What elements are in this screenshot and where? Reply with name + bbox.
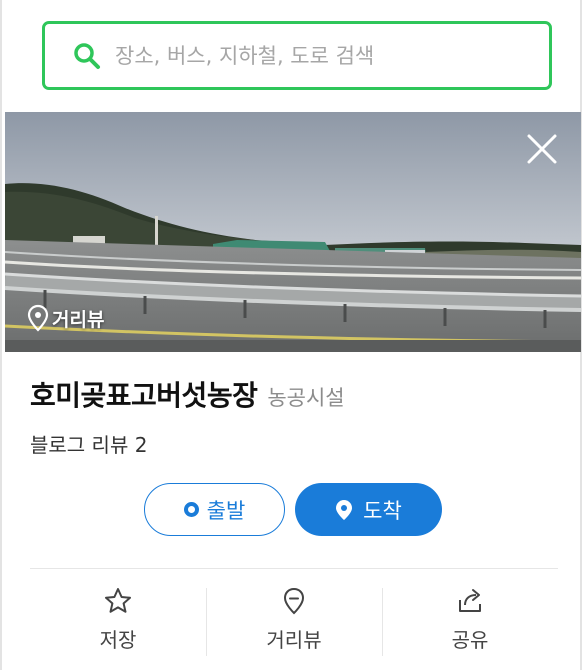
star-icon — [105, 588, 131, 613]
roadview-button[interactable]: 거리뷰 — [206, 586, 382, 656]
share-button[interactable]: 공유 — [382, 586, 558, 656]
depart-label: 출발 — [206, 498, 246, 523]
close-icon[interactable] — [525, 132, 559, 166]
place-title-row: 호미곶표고버섯농장 농공시설 — [30, 374, 345, 414]
depart-button[interactable]: 출발 — [144, 483, 285, 536]
search-input[interactable] — [115, 43, 495, 68]
roadview-badge-label: 거리뷰 — [52, 308, 105, 331]
action-bar: 저장 거리뷰 공유 — [30, 586, 558, 656]
divider — [30, 568, 558, 569]
roadview-badge[interactable]: 거리뷰 — [27, 304, 104, 332]
arrive-button[interactable]: 도착 — [295, 483, 442, 536]
place-name: 호미곶표고버섯농장 — [30, 379, 258, 412]
depart-dot-icon — [183, 502, 199, 517]
location-pin-icon — [27, 304, 49, 332]
save-label: 저장 — [99, 628, 137, 652]
roadview-photo[interactable]: 거리뷰 — [5, 112, 581, 352]
search-icon — [74, 42, 100, 69]
share-icon — [459, 589, 481, 612]
roadview-pin-icon — [283, 587, 305, 615]
share-label: 공유 — [451, 628, 489, 652]
search-bar[interactable] — [42, 21, 552, 90]
blog-review-link[interactable]: 블로그 리뷰 2 — [30, 429, 147, 458]
save-button[interactable]: 저장 — [30, 586, 206, 656]
arrive-label: 도착 — [363, 498, 402, 523]
place-panel: 거리뷰 호미곶표고버섯농장 농공시설 블로그 리뷰 2 출발 도착 저장 — [0, 0, 582, 670]
arrive-pin-icon — [336, 499, 353, 520]
place-category: 농공시설 — [267, 386, 345, 410]
roadview-label: 거리뷰 — [266, 628, 322, 652]
